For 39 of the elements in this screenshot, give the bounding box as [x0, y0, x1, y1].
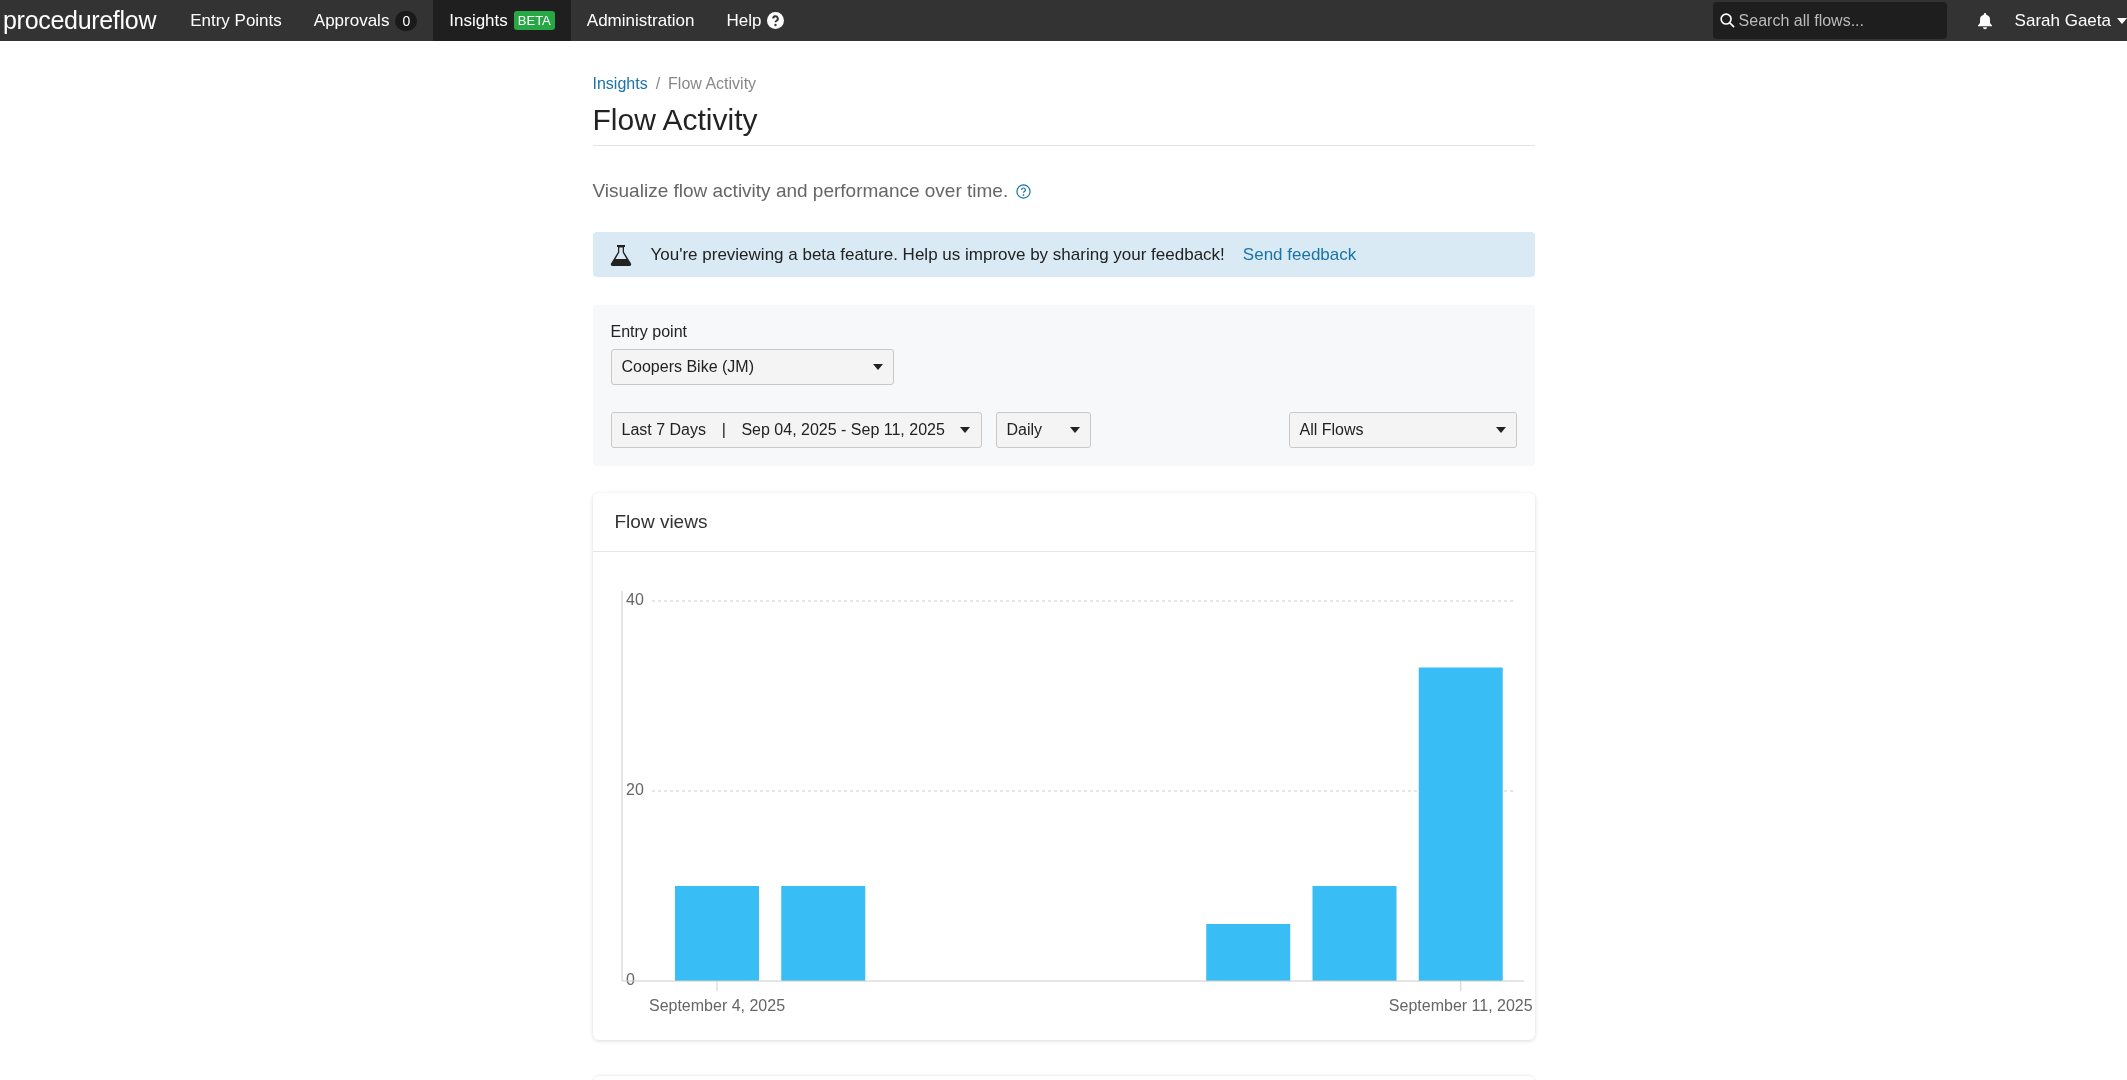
help-icon	[767, 12, 785, 29]
count-badge: 0	[395, 10, 418, 31]
caret-icon	[872, 364, 883, 370]
caret-icon	[2117, 17, 2127, 24]
y-tick-label: 0	[625, 971, 635, 989]
search-icon	[1719, 13, 1735, 28]
caret-icon	[1069, 427, 1080, 433]
nav-item[interactable]: Help	[710, 0, 801, 41]
nav-item[interactable]: Insights BETA	[433, 0, 571, 41]
user-menu[interactable]: Sarah Gaeta	[1992, 0, 2127, 41]
page-description: Visualize flow activity and performance over time.	[592, 180, 1009, 202]
entry-point-select[interactable]: Coopers Bike (JM)	[610, 349, 894, 385]
nav-item[interactable]: Entry Points	[174, 0, 298, 41]
breadcrumb-link[interactable]: Insights	[592, 75, 648, 93]
caret-icon	[1495, 427, 1506, 433]
flask-icon	[608, 243, 633, 266]
beta-tag: BETA	[513, 11, 555, 30]
page-title: Flow Activity	[592, 103, 1535, 146]
breadcrumb-separator: /	[655, 75, 661, 93]
card-title: Flow views	[592, 493, 1535, 552]
interval-select[interactable]: Daily	[995, 412, 1091, 448]
search-field[interactable]: Search all flows...	[1712, 2, 1947, 39]
bell-icon[interactable]	[1976, 11, 1993, 30]
y-tick-label: 40	[625, 591, 644, 609]
flows-select[interactable]: All Flows	[1288, 412, 1517, 448]
x-tick-label: September 11, 2025	[1388, 997, 1533, 1014]
feedback-link[interactable]: Send feedback	[1242, 244, 1357, 265]
nav-item[interactable]: Administration	[570, 0, 711, 41]
date-range-select[interactable]: Last 7 Days | Sep 04, 2025 - Sep 11, 2025	[610, 412, 982, 448]
y-tick-label: 20	[625, 781, 644, 799]
x-tick-label: September 4, 2025	[648, 997, 785, 1014]
breadcrumb-current: Flow Activity	[668, 75, 757, 93]
field-label: Entry point	[610, 323, 688, 341]
banner-text: You're previewing a beta feature. Help us improve by sharing your feedback!	[650, 244, 1225, 265]
nav-item[interactable]: Approvals 0	[297, 0, 434, 41]
caret-icon	[960, 427, 971, 433]
app-logo[interactable]: procedureflow	[0, 0, 175, 41]
help-icon[interactable]	[1016, 183, 1032, 199]
range-separator-text: |	[721, 421, 726, 439]
